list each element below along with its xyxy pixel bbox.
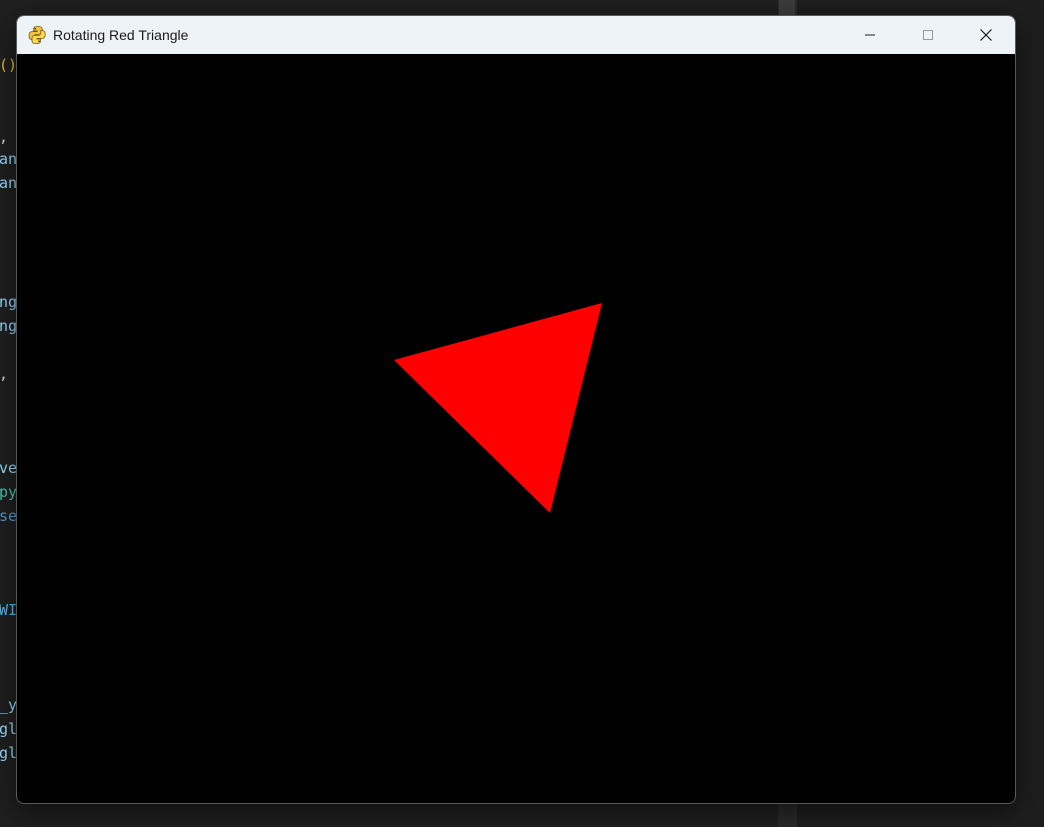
code-fragment: py	[0, 483, 18, 501]
code-fragment: se	[0, 507, 18, 525]
maximize-button[interactable]	[905, 16, 951, 54]
red-triangle	[394, 303, 602, 513]
code-fragment: ng	[0, 317, 18, 335]
code-fragment: _y	[0, 696, 18, 714]
code-fragment: gl	[0, 720, 18, 738]
code-fragment: ,	[0, 364, 8, 384]
canvas-drawing	[394, 303, 602, 513]
window-title: Rotating Red Triangle	[53, 27, 189, 43]
code-fragment: ve	[0, 459, 18, 477]
render-canvas[interactable]	[17, 54, 1015, 803]
code-fragment: ()	[0, 56, 18, 74]
code-fragment: an	[0, 150, 18, 168]
code-fragment: ng	[0, 293, 18, 311]
pygame-snake-icon	[28, 26, 46, 44]
pygame-window[interactable]: Rotating Red Triangle	[16, 15, 1016, 804]
code-fragment: gl	[0, 744, 18, 762]
close-icon	[980, 29, 992, 41]
minimize-icon	[865, 34, 875, 36]
maximize-icon	[923, 30, 933, 40]
window-titlebar[interactable]: Rotating Red Triangle	[17, 16, 1015, 54]
minimize-button[interactable]	[847, 16, 893, 54]
code-fragment: an	[0, 174, 18, 192]
code-fragment: ,	[0, 127, 8, 147]
code-fragment: WI	[0, 601, 18, 619]
close-button[interactable]	[963, 16, 1009, 54]
